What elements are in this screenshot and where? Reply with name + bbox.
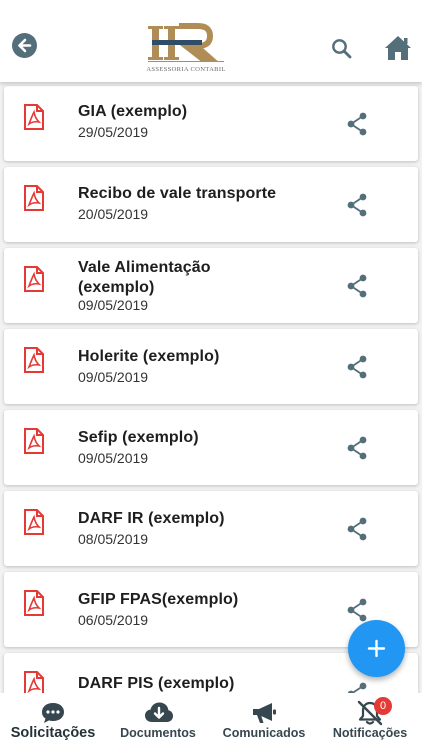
document-date: 09/05/2019 xyxy=(78,297,149,313)
notification-count-badge: 0 xyxy=(374,697,392,715)
pdf-file-icon xyxy=(24,509,44,535)
document-title: Vale Alimentação (exemplo) xyxy=(78,259,211,296)
pdf-file-icon xyxy=(24,347,44,373)
document-date: 08/05/2019 xyxy=(78,531,149,547)
document-card[interactable]: Vale Alimentação (exemplo) 09/05/2019 xyxy=(4,248,418,323)
share-icon[interactable] xyxy=(346,682,368,693)
document-title: Holerite (exemplo) xyxy=(78,348,220,365)
document-card[interactable]: Sefip (exemplo) 09/05/2019 xyxy=(4,410,418,485)
plus-icon xyxy=(367,639,386,658)
chat-icon xyxy=(42,703,64,723)
document-date: 20/05/2019 xyxy=(78,206,149,222)
document-title: DARF IR (exemplo) xyxy=(78,510,225,527)
home-icon xyxy=(385,36,411,60)
pdf-file-icon xyxy=(24,590,44,616)
share-icon[interactable] xyxy=(346,436,368,460)
document-title: DARF PIS (exemplo) xyxy=(78,675,235,692)
document-title: GIA (exemplo) xyxy=(78,103,188,120)
document-date: 06/05/2019 xyxy=(78,612,149,628)
bottom-navigation: Solicitações Documentos Comunicados Noti… xyxy=(0,693,422,750)
search-icon xyxy=(332,39,352,59)
document-date: 09/05/2019 xyxy=(78,369,149,385)
nav-documentos[interactable]: Documentos xyxy=(106,693,210,750)
document-card[interactable]: DARF IR (exemplo) 08/05/2019 xyxy=(4,491,418,566)
nav-comunicados-label: Comunicados xyxy=(222,726,306,740)
share-icon[interactable] xyxy=(346,112,368,136)
document-card[interactable]: Holerite (exemplo) 09/05/2019 xyxy=(4,329,418,404)
share-icon[interactable] xyxy=(346,355,368,379)
app-header: ASSESSORIA CONTABIL xyxy=(0,0,422,82)
pdf-file-icon xyxy=(24,185,44,211)
document-title: GFIP FPAS(exemplo) xyxy=(78,591,239,608)
add-document-button[interactable] xyxy=(348,620,405,677)
document-date: 29/05/2019 xyxy=(78,124,149,140)
pdf-file-icon xyxy=(24,266,44,292)
nav-notificacoes-label: Notificações xyxy=(332,726,408,740)
document-title: Recibo de vale transporte xyxy=(78,185,277,202)
share-icon[interactable] xyxy=(346,517,368,541)
document-list[interactable]: GIA (exemplo) 29/05/2019 Recibo de vale … xyxy=(0,82,422,693)
share-icon[interactable] xyxy=(346,598,368,622)
document-date: 09/05/2019 xyxy=(78,450,149,466)
document-card[interactable]: GIA (exemplo) 29/05/2019 xyxy=(4,86,418,161)
document-title: Sefip (exemplo) xyxy=(78,429,199,446)
document-card[interactable]: Recibo de vale transporte 20/05/2019 xyxy=(4,167,418,242)
nav-comunicados[interactable]: Comunicados xyxy=(210,693,318,750)
nav-solicitacoes[interactable]: Solicitações xyxy=(0,693,106,750)
home-button[interactable] xyxy=(383,34,413,62)
pdf-file-icon xyxy=(24,671,44,693)
share-icon[interactable] xyxy=(346,193,368,217)
pdf-file-icon xyxy=(24,428,44,454)
pdf-file-icon xyxy=(24,104,44,130)
cloud-download-icon xyxy=(145,702,173,722)
app-root: ASSESSORIA CONTABIL GIA (exemplo) 29/05/ xyxy=(0,0,422,750)
logo-mark xyxy=(148,23,224,62)
arrow-left-icon xyxy=(18,38,32,53)
nav-solicitacoes-label: Solicitações xyxy=(10,725,96,741)
search-button[interactable] xyxy=(330,37,354,61)
share-icon[interactable] xyxy=(346,274,368,298)
back-button[interactable] xyxy=(12,33,37,58)
logo-caption: ASSESSORIA CONTABIL xyxy=(146,66,226,73)
nav-documentos-label: Documentos xyxy=(120,726,196,740)
nav-notificacoes[interactable]: Notificações xyxy=(318,693,422,750)
megaphone-icon xyxy=(253,703,276,723)
company-logo: ASSESSORIA CONTABIL xyxy=(146,22,226,78)
